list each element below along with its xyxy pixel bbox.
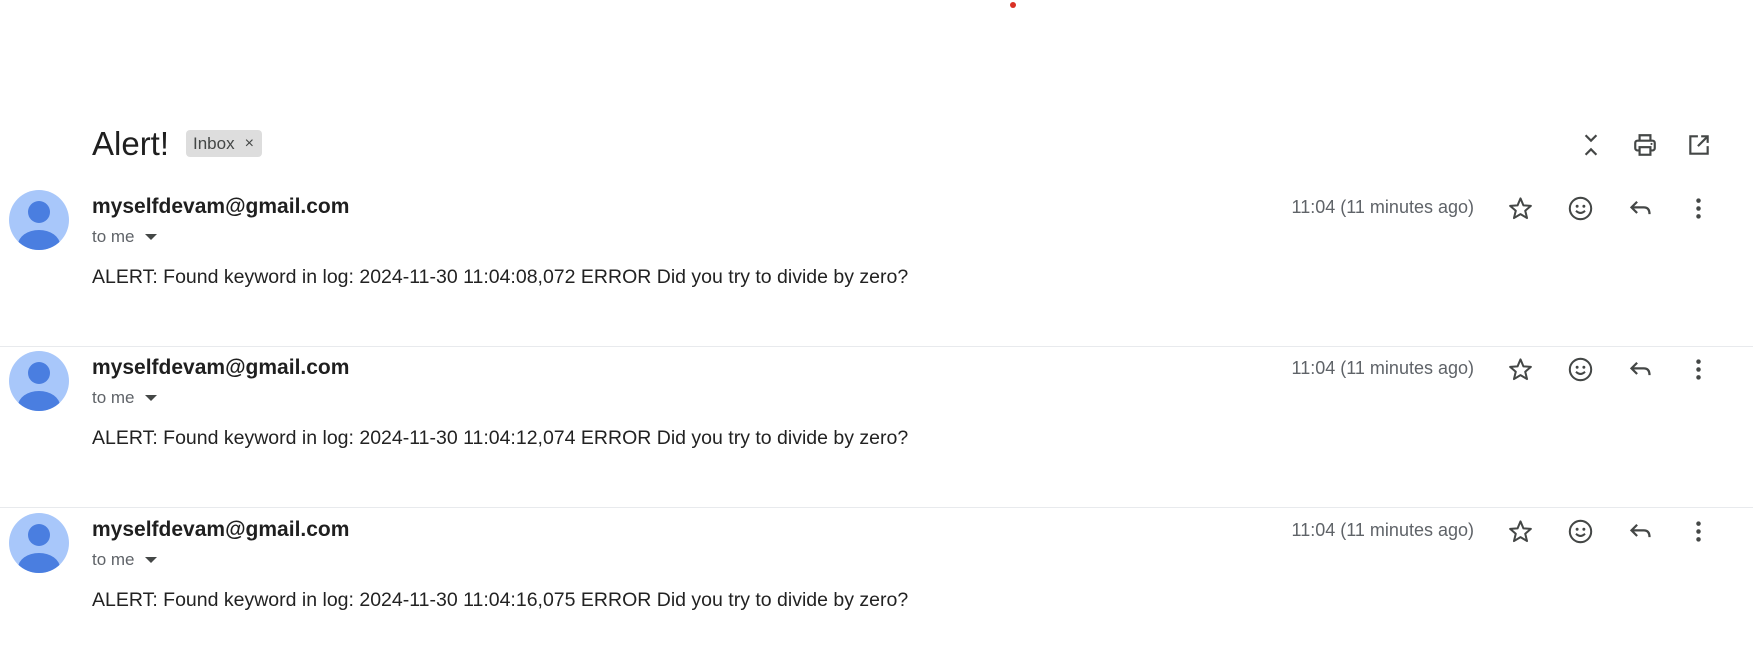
message-divider bbox=[0, 507, 1753, 508]
sender-name[interactable]: myselfdevam@gmail.com bbox=[92, 194, 349, 220]
avatar[interactable] bbox=[9, 351, 69, 411]
notification-dot bbox=[1010, 2, 1016, 8]
print-icon[interactable] bbox=[1630, 130, 1660, 160]
message-item: myselfdevam@gmail.com to me 11:04 (11 mi… bbox=[0, 347, 1753, 508]
recipient-label: to me bbox=[92, 550, 135, 569]
recipient-line: to me bbox=[92, 226, 157, 248]
star-icon[interactable] bbox=[1502, 513, 1538, 549]
more-vert-icon[interactable] bbox=[1680, 351, 1716, 387]
message-timestamp: 11:04 (11 minutes ago) bbox=[1291, 197, 1474, 217]
emoji-reaction-icon[interactable] bbox=[1562, 513, 1598, 549]
message-item: myselfdevam@gmail.com to me 11:04 (11 mi… bbox=[0, 186, 1753, 347]
message-body: ALERT: Found keyword in log: 2024-11-30 … bbox=[92, 589, 909, 611]
label-chip-inbox[interactable]: Inbox × bbox=[186, 130, 262, 157]
more-vert-icon[interactable] bbox=[1680, 190, 1716, 226]
recipient-line: to me bbox=[92, 387, 157, 409]
sender-name[interactable]: myselfdevam@gmail.com bbox=[92, 355, 349, 381]
star-icon[interactable] bbox=[1502, 190, 1538, 226]
recipient-label: to me bbox=[92, 388, 135, 407]
emoji-reaction-icon[interactable] bbox=[1562, 190, 1598, 226]
star-icon[interactable] bbox=[1502, 351, 1538, 387]
avatar[interactable] bbox=[9, 513, 69, 573]
message-item: myselfdevam@gmail.com to me 11:04 (11 mi… bbox=[0, 509, 1753, 670]
message-body: ALERT: Found keyword in log: 2024-11-30 … bbox=[92, 266, 909, 288]
avatar[interactable] bbox=[9, 190, 69, 250]
recipient-details-dropdown-icon[interactable] bbox=[144, 234, 157, 240]
label-chip-text: Inbox bbox=[193, 133, 235, 153]
thread-subject: Alert! bbox=[92, 125, 170, 162]
thread-header: Alert! Inbox × bbox=[0, 120, 1753, 170]
recipient-details-dropdown-icon[interactable] bbox=[144, 557, 157, 563]
recipient-line: to me bbox=[92, 549, 157, 571]
message-timestamp: 11:04 (11 minutes ago) bbox=[1291, 358, 1474, 378]
message-timestamp: 11:04 (11 minutes ago) bbox=[1291, 520, 1474, 540]
remove-label-icon[interactable]: × bbox=[245, 135, 254, 153]
more-vert-icon[interactable] bbox=[1680, 513, 1716, 549]
sender-name[interactable]: myselfdevam@gmail.com bbox=[92, 517, 349, 543]
recipient-label: to me bbox=[92, 227, 135, 246]
recipient-details-dropdown-icon[interactable] bbox=[144, 395, 157, 401]
reply-icon[interactable] bbox=[1622, 190, 1658, 226]
open-in-new-window-icon[interactable] bbox=[1684, 130, 1714, 160]
reply-icon[interactable] bbox=[1622, 351, 1658, 387]
emoji-reaction-icon[interactable] bbox=[1562, 351, 1598, 387]
collapse-all-icon[interactable] bbox=[1576, 130, 1606, 160]
message-body: ALERT: Found keyword in log: 2024-11-30 … bbox=[92, 427, 909, 449]
reply-icon[interactable] bbox=[1622, 513, 1658, 549]
